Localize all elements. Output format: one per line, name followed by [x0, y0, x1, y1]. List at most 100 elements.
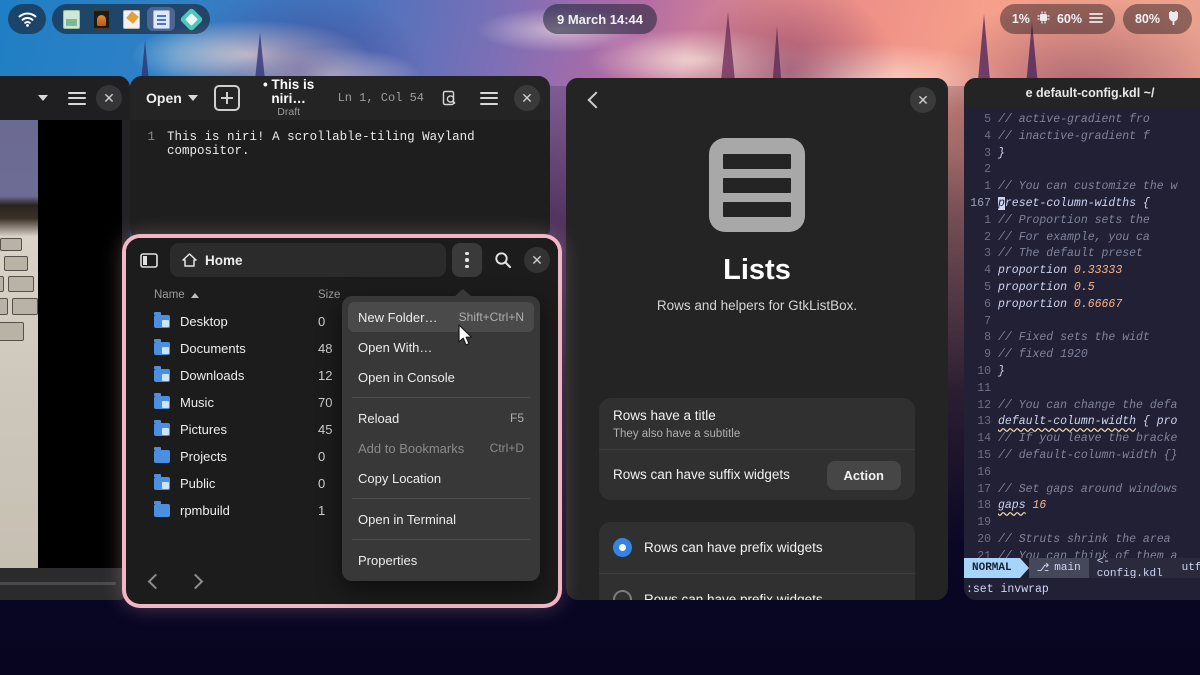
image-viewer-toolbar[interactable] — [0, 568, 130, 600]
context-menu[interactable]: New Folder… Shift+Ctrl+N Open With… Open… — [342, 296, 540, 581]
modified-indicator: • — [263, 77, 268, 92]
code-line: 1 // You can customize the w — [964, 179, 1200, 196]
battery-indicator[interactable]: 80% — [1123, 4, 1192, 34]
line-number: 7 — [964, 314, 998, 331]
folder-downloads-icon — [154, 369, 170, 382]
file-size: 0 — [318, 476, 325, 491]
menu-item[interactable]: Copy Location — [348, 463, 534, 493]
close-icon[interactable]: ✕ — [524, 247, 550, 273]
code-line: 5 proportion 0.5 — [964, 280, 1200, 297]
tray-item-document-viewer[interactable] — [147, 7, 175, 31]
line-number: 1 — [964, 213, 998, 230]
new-tab-icon[interactable] — [214, 85, 240, 111]
view-more-icon[interactable] — [452, 243, 482, 277]
menu-item[interactable]: Reload F5 — [348, 403, 534, 433]
code-line: 12 // You can change the defa — [964, 398, 1200, 415]
find-replace-icon[interactable] — [434, 83, 464, 113]
radio-button[interactable] — [613, 590, 632, 601]
battery-charging-icon — [1167, 11, 1180, 28]
menu-item-label: Reload — [358, 411, 399, 426]
path-entry[interactable]: Home — [170, 243, 446, 277]
menu-item[interactable]: Add to Bookmarks Ctrl+D — [348, 433, 534, 463]
back-icon[interactable] — [578, 85, 608, 115]
text-editor-body[interactable]: 1 This is niri! A scrollable-tiling Wayl… — [130, 120, 550, 240]
line-number: 2 — [964, 162, 998, 179]
diamond-app-icon — [179, 7, 203, 31]
code-line: 4 // inactive-gradient f — [964, 129, 1200, 146]
action-button[interactable]: Action — [827, 461, 901, 490]
neovim-header: e default-config.kdl ~/ — [964, 78, 1200, 108]
search-icon[interactable] — [488, 245, 518, 275]
menu-item-label: Add to Bookmarks — [358, 441, 464, 456]
text-editor-header: Open • This is niri… Draft Ln 1, Col 54 … — [130, 76, 550, 120]
column-header-name[interactable]: Name — [126, 289, 199, 301]
photo-canvas — [0, 120, 122, 568]
close-icon[interactable]: ✕ — [96, 85, 122, 111]
photo-keyboard — [0, 238, 38, 418]
app-tray[interactable] — [52, 4, 210, 34]
close-icon[interactable]: ✕ — [910, 87, 936, 113]
lists-demo-window[interactable]: ✕ Lists Rows and helpers for GtkListBox.… — [566, 78, 948, 600]
list-item-text: Rows can have suffix widgets — [613, 466, 815, 484]
neovim-cmdline[interactable]: :set invwrap — [964, 578, 1200, 600]
menu-item[interactable]: Properties — [348, 545, 534, 575]
menu-item[interactable]: Open in Terminal — [348, 504, 534, 534]
document-title: This is niri… — [271, 77, 314, 106]
image-viewer-header: ✕ — [0, 76, 130, 120]
code-line: 7 — [964, 314, 1200, 331]
back-chevron-glyph — [588, 92, 605, 109]
file-size: 0 — [318, 449, 325, 464]
files-app-icon — [63, 10, 80, 29]
code-line: 19 — [964, 515, 1200, 532]
list-group-prefix[interactable]: Rows can have prefix widgets Rows can ha… — [599, 522, 915, 600]
neovim-buffer[interactable]: 5 // active-gradient fro 4 // inactive-g… — [964, 108, 1200, 558]
folder-desktop-icon — [154, 315, 170, 328]
list-item[interactable]: Rows have a title They also have a subti… — [599, 398, 915, 449]
menu-item[interactable]: Open With… — [348, 332, 534, 362]
clock[interactable]: 9 March 14:44 — [543, 4, 657, 34]
neovim-window[interactable]: e default-config.kdl ~/ 5 // active-grad… — [964, 78, 1200, 600]
chevron-right-icon[interactable] — [180, 566, 210, 596]
sidebar-toggle-icon[interactable] — [134, 245, 164, 275]
home-icon — [182, 253, 197, 267]
document-app-icon — [153, 10, 170, 29]
text-editor-window[interactable]: Open • This is niri… Draft Ln 1, Col 54 … — [130, 76, 550, 240]
list-item[interactable]: Rows can have prefix widgets — [599, 522, 915, 573]
folder-pictures-icon — [154, 423, 170, 436]
chevron-down-icon[interactable] — [28, 83, 58, 113]
folder-public-icon — [154, 477, 170, 490]
radio-button[interactable] — [613, 538, 632, 557]
file-name: Desktop — [180, 314, 228, 329]
column-header-size[interactable]: Size — [318, 289, 340, 301]
document-subtitle: Draft — [250, 107, 328, 118]
menu-item[interactable]: New Folder… Shift+Ctrl+N — [348, 302, 534, 332]
code-line: 11 — [964, 381, 1200, 398]
open-button[interactable]: Open — [140, 86, 204, 110]
list-item[interactable]: Rows can have prefix widgets — [599, 573, 915, 600]
close-icon[interactable]: ✕ — [514, 85, 540, 111]
code-line: 8 // Fixed sets the widt — [964, 330, 1200, 347]
memory-percent-label: 60% — [1057, 12, 1082, 26]
hamburger-glyph — [480, 92, 498, 105]
list-item[interactable]: Rows can have suffix widgets Action — [599, 449, 915, 500]
image-viewer-window[interactable]: ✕ — [0, 76, 130, 600]
column-name-label: Name — [154, 289, 185, 301]
folder-icon — [154, 450, 170, 463]
line-number: 5 — [964, 280, 998, 297]
wifi-indicator[interactable] — [8, 4, 46, 34]
menu-separator — [352, 539, 530, 540]
tray-item-text-editor[interactable] — [117, 7, 145, 31]
tray-item-gimp[interactable] — [87, 7, 115, 31]
line-code: // default-column-width {} — [998, 448, 1177, 465]
hamburger-icon[interactable] — [474, 83, 504, 113]
sort-ascending-icon — [191, 293, 199, 298]
tray-item-files[interactable] — [57, 7, 85, 31]
hamburger-icon[interactable] — [62, 83, 92, 113]
chevron-left-icon[interactable] — [140, 566, 170, 596]
tray-item-diamond-app[interactable] — [177, 7, 205, 31]
menu-item[interactable]: Open in Console — [348, 362, 534, 392]
line-code: } — [998, 146, 1005, 163]
list-group-basic[interactable]: Rows have a title They also have a subti… — [599, 398, 915, 500]
open-button-label: Open — [146, 90, 182, 106]
system-stats[interactable]: 1% 60% — [1000, 4, 1115, 34]
